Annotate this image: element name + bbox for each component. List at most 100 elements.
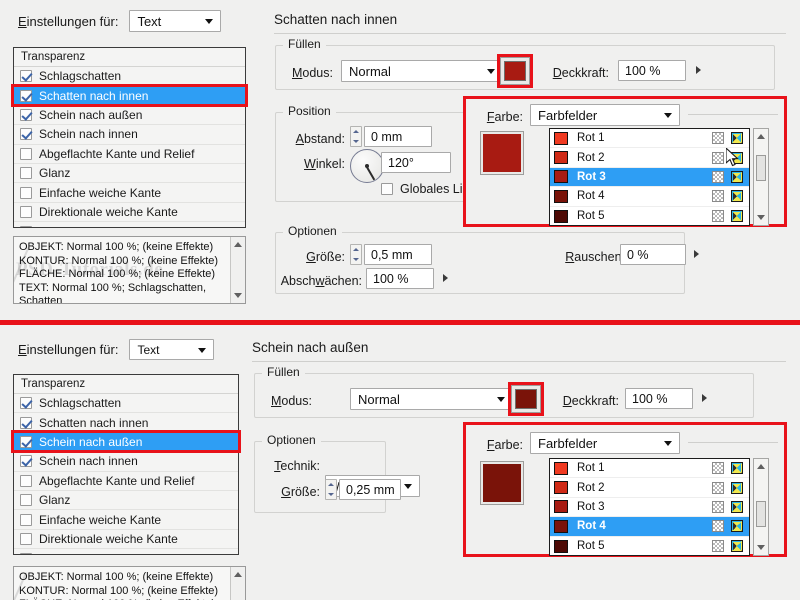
swatch-row-rot-3[interactable]: Rot 3 — [550, 498, 749, 518]
effect-checkbox[interactable] — [20, 416, 32, 429]
cmyk-process-icon — [731, 151, 743, 164]
swatch-list-items-bottom[interactable]: Rot 1 Rot 2 Rot 3 Rot 4 Rot 5 — [550, 459, 749, 555]
effect-checkbox[interactable] — [20, 532, 32, 545]
deckkraft-field-bottom[interactable]: 100 % — [625, 388, 693, 409]
effect-checkbox[interactable] — [20, 89, 32, 102]
abstand-field-top[interactable]: 0 mm — [364, 126, 432, 147]
scroll-up-arrow-icon[interactable] — [757, 464, 765, 469]
farbe-dropdown-bottom[interactable]: Farbfelder — [530, 432, 680, 454]
deckkraft-field-top[interactable]: 100 % — [618, 60, 686, 81]
swatch-icons — [712, 170, 743, 183]
swatch-row-rot-4[interactable]: Rot 4 — [550, 187, 749, 207]
effect-item-schlagschatten[interactable]: Schlagschatten — [14, 394, 238, 414]
scroll-down-arrow-icon[interactable] — [757, 215, 765, 220]
effect-checkbox[interactable] — [20, 147, 32, 160]
groesse-field-top[interactable]: 0,5 mm — [364, 244, 432, 265]
effects-list-items-bottom[interactable]: Schlagschatten Schatten nach innen Schein … — [14, 394, 238, 554]
swatch-icons — [712, 540, 743, 553]
winkel-label-top: Winkel: — [304, 157, 345, 171]
swatch-row-rot-5[interactable]: Rot 5 — [550, 537, 749, 555]
effect-item-weiche-verlaufskante[interactable]: Weiche Verlaufskante — [14, 222, 245, 227]
effect-item-schein-nach-innen[interactable]: Schein nach innen — [14, 452, 238, 472]
swatch-row-rot-3[interactable]: Rot 3 — [550, 167, 749, 188]
status-summary-box-top: PSD-Tutorials.de OBJEKT: Normal 100 %; (… — [13, 236, 246, 304]
stepper-down-icon[interactable] — [351, 137, 361, 147]
stepper-down-icon[interactable] — [351, 255, 361, 265]
effect-item-direktionale-weiche-kante[interactable]: Direktionale weiche Kante — [14, 530, 238, 550]
effect-item-einfache-weiche-kante[interactable]: Einfache weiche Kante — [14, 510, 238, 530]
swatch-list-items-top[interactable]: Rot 1 Rot 2 Rot 3 Rot 4 Rot 5 — [550, 129, 749, 225]
swatch-scrollbar-bottom[interactable] — [753, 458, 769, 556]
swatch-list-bottom[interactable]: Rot 1 Rot 2 Rot 3 Rot 4 Rot 5 — [549, 458, 750, 556]
globales-licht-checkbox-top[interactable] — [381, 183, 393, 195]
swatch-row-rot-1[interactable]: Rot 1 — [550, 129, 749, 149]
effect-checkbox[interactable] — [20, 397, 32, 410]
effect-checkbox[interactable] — [20, 108, 32, 121]
abschwaechen-flyout-icon-top[interactable] — [443, 274, 448, 282]
stepper-up-icon[interactable] — [326, 480, 336, 490]
cmyk-process-icon — [731, 132, 743, 145]
effect-checkbox[interactable] — [20, 455, 32, 468]
stepper-down-icon[interactable] — [326, 490, 336, 500]
effect-item-schatten-nach-innen[interactable]: Schatten nach innen — [14, 86, 245, 106]
swatch-row-rot-2[interactable]: Rot 2 — [550, 478, 749, 498]
farbe-dropdown-top[interactable]: Farbfelder — [530, 104, 680, 126]
scroll-up-arrow-icon[interactable] — [757, 134, 765, 139]
stepper-up-icon[interactable] — [351, 245, 361, 255]
angle-dial-top[interactable] — [350, 149, 384, 183]
effect-checkbox[interactable] — [20, 225, 32, 227]
modus-dropdown-top[interactable]: Normal — [341, 60, 503, 82]
effect-checkbox[interactable] — [20, 435, 32, 448]
swatch-scrollbar-top[interactable] — [753, 128, 769, 226]
swatch-scroll-thumb-top[interactable] — [756, 155, 766, 181]
groesse-stepper-bottom[interactable] — [325, 479, 337, 500]
effect-checkbox[interactable] — [20, 513, 32, 526]
winkel-field-top[interactable]: 120° — [381, 152, 451, 173]
abstand-stepper-top[interactable] — [350, 126, 362, 147]
stepper-up-icon[interactable] — [351, 127, 361, 137]
effects-list-top[interactable]: Transparenz Schlagschatten Schatten nach … — [13, 47, 246, 228]
groesse-stepper-top[interactable] — [350, 244, 362, 265]
effect-checkbox[interactable] — [20, 205, 32, 218]
effect-checkbox[interactable] — [20, 552, 32, 554]
effect-checkbox[interactable] — [20, 167, 32, 180]
angle-needle — [366, 166, 376, 181]
swatch-scroll-thumb-bottom[interactable] — [756, 501, 766, 527]
effect-item-schein-nach-innen[interactable]: Schein nach innen — [14, 125, 245, 145]
rauschen-field-top[interactable]: 0 % — [620, 244, 686, 265]
abschwaechen-field-top[interactable]: 100 % — [366, 268, 434, 289]
effect-checkbox[interactable] — [20, 186, 32, 199]
effect-item-schein-nach-au-en[interactable]: Schein nach außen — [14, 432, 238, 453]
deckkraft-flyout-icon-top[interactable] — [696, 66, 701, 74]
settings-for-dropdown-top[interactable]: Text — [129, 10, 222, 32]
effect-checkbox[interactable] — [20, 70, 32, 83]
effect-checkbox[interactable] — [20, 474, 32, 487]
settings-for-dropdown-bottom[interactable]: Text — [129, 339, 215, 360]
swatch-row-rot-5[interactable]: Rot 5 — [550, 207, 749, 225]
rauschen-flyout-icon-top[interactable] — [694, 250, 699, 258]
groesse-field-bottom[interactable]: 0,25 mm — [339, 479, 401, 500]
effect-item-schlagschatten[interactable]: Schlagschatten — [14, 67, 245, 87]
effect-item-abgeflachte-kante-und-relief[interactable]: Abgeflachte Kante und Relief — [14, 472, 238, 491]
swatch-list-top[interactable]: Rot 1 Rot 2 Rot 3 Rot 4 Rot 5 — [549, 128, 750, 226]
deckkraft-flyout-icon-bottom[interactable] — [702, 394, 707, 402]
effect-item-glanz[interactable]: Glanz — [14, 491, 238, 511]
effect-checkbox[interactable] — [20, 494, 32, 507]
globales-licht-row-top[interactable]: Globales Lich — [381, 182, 476, 196]
effect-item-direktionale-weiche-kante[interactable]: Direktionale weiche Kante — [14, 203, 245, 223]
scroll-down-arrow-icon[interactable] — [757, 545, 765, 550]
swatch-row-rot-2[interactable]: Rot 2 — [550, 148, 749, 168]
swatch-row-rot-4[interactable]: Rot 4 — [550, 517, 749, 537]
effects-list-items-top[interactable]: Schlagschatten Schatten nach innen Schein … — [14, 67, 245, 227]
swatch-row-rot-1[interactable]: Rot 1 — [550, 459, 749, 479]
effect-item-schatten-nach-innen[interactable]: Schatten nach innen — [14, 413, 238, 433]
effect-item-weiche-verlaufskante[interactable]: Weiche Verlaufskante — [14, 549, 238, 554]
effect-item-glanz[interactable]: Glanz — [14, 164, 245, 184]
effect-item-einfache-weiche-kante[interactable]: Einfache weiche Kante — [14, 183, 245, 203]
effect-checkbox[interactable] — [20, 128, 32, 141]
effects-list-bottom[interactable]: Transparenz Schlagschatten Schatten nach … — [13, 374, 239, 555]
swatch-name: Rot 2 — [577, 481, 605, 494]
modus-dropdown-bottom[interactable]: Normal — [350, 388, 513, 410]
effect-item-abgeflachte-kante-und-relief[interactable]: Abgeflachte Kante und Relief — [14, 145, 245, 164]
effect-item-schein-nach-au-en[interactable]: Schein nach außen — [14, 106, 245, 126]
